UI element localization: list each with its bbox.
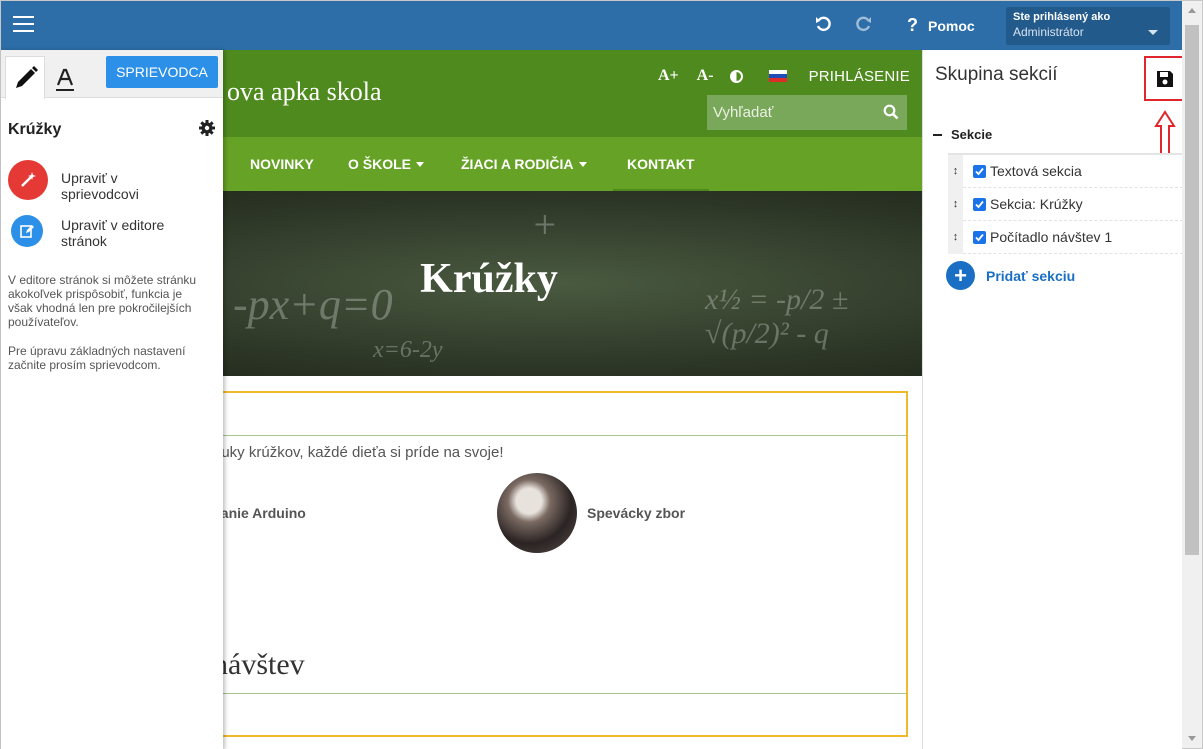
save-button[interactable] — [1144, 56, 1186, 101]
user-role: Administrátor — [1013, 25, 1084, 39]
scroll-thumb[interactable] — [1185, 25, 1199, 555]
section-heading: návštev — [213, 648, 305, 681]
login-link[interactable]: PRIHLÁSENIE — [809, 68, 910, 85]
panel-title: Skupina sekcií — [935, 64, 1058, 85]
section-label: Sekcia: Krúžky — [990, 196, 1083, 212]
gear-icon[interactable] — [198, 119, 216, 137]
drag-handle-icon[interactable]: ↕ — [948, 154, 963, 188]
section-checkbox[interactable] — [973, 164, 986, 178]
section-row[interactable]: ↕ Počítadlo návštev 1 — [948, 220, 1183, 254]
drag-handle-icon[interactable]: ↕ — [948, 187, 963, 221]
left-panel-tabs: SPRIEVODCA — [1, 50, 223, 99]
nav-item-ziaci-a-rodicia[interactable]: ŽIACI A RODIČIA — [461, 156, 587, 172]
nav-item-novinky[interactable]: NOVINKY — [250, 156, 314, 172]
section-checkbox[interactable] — [973, 230, 986, 244]
club-item-arduino[interactable]: vanie Arduino — [213, 505, 306, 521]
club-item-choir[interactable]: Spevácky zbor — [587, 505, 685, 521]
question-icon: ? — [907, 15, 918, 35]
section-row[interactable]: ↕ Sekcia: Krúžky — [948, 187, 1183, 221]
nav-label: NOVINKY — [250, 156, 314, 172]
site-search-input[interactable] — [707, 95, 877, 130]
undo-icon[interactable] — [814, 14, 834, 34]
panel-description: V editore stránok si môžete stránku akok… — [8, 273, 197, 329]
divider — [213, 435, 906, 436]
club-avatar-choir[interactable] — [497, 473, 577, 553]
plus-icon: + — [946, 261, 975, 290]
intro-text: nuky krúžkov, každé dieťa si príde na sv… — [213, 444, 504, 461]
nav-item-kontakt[interactable]: KONTAKT — [627, 156, 694, 172]
chevron-down-icon — [578, 161, 587, 167]
selected-section-outline[interactable]: nuky krúžkov, každé dieťa si príde na sv… — [211, 391, 908, 737]
edit-in-guide-action[interactable]: Upraviť v sprievodcovi — [8, 160, 191, 202]
chalk-decoration: x=6-2y — [373, 337, 443, 363]
magic-wand-icon — [8, 160, 48, 200]
site-search — [707, 95, 907, 130]
add-section-button[interactable]: + Pridať sekciu — [946, 261, 1075, 290]
nav-label: O ŠKOLE — [348, 156, 412, 172]
drag-handle-icon[interactable]: ↕ — [948, 220, 963, 254]
scroll-down-arrow-icon[interactable] — [1188, 736, 1196, 741]
collapse-icon — [933, 133, 942, 136]
add-section-label: Pridať sekciu — [986, 267, 1076, 284]
action-label: Upraviť v sprievodcovi — [61, 170, 139, 202]
contrast-icon[interactable] — [729, 69, 743, 83]
nav-item-o-skole[interactable]: O ŠKOLE — [348, 156, 425, 172]
section-label: Textová sekcia — [990, 163, 1082, 179]
panel-description-guide: Pre úpravu základných nastavení začnite … — [8, 344, 186, 372]
site-tools: A+ A- PRIHLÁSENIE — [658, 67, 910, 85]
user-label: Ste prihlásený ako — [1013, 11, 1111, 23]
nav-label: ŽIACI A RODIČIA — [461, 156, 574, 172]
action-label: Upraviť v editore stránok — [61, 217, 165, 249]
divider — [213, 693, 906, 694]
sections-group-toggle[interactable]: Sekcie — [933, 127, 992, 142]
vertical-scrollbar[interactable] — [1182, 1, 1202, 748]
redo-icon[interactable] — [853, 14, 873, 34]
section-checkbox[interactable] — [973, 197, 986, 211]
slovak-flag-icon[interactable] — [768, 70, 787, 82]
edit-in-page-editor-action[interactable]: Upraviť v editore stránok — [8, 213, 191, 249]
site-title: ova apka skola — [227, 77, 382, 106]
editor-topbar: ? Pomoc Ste prihlásený ako Administrátor — [1, 1, 1202, 50]
help-button[interactable]: ? Pomoc — [907, 15, 975, 36]
floppy-disk-icon — [1157, 70, 1173, 87]
section-group-panel: Skupina sekcií Sekcie ↕ Textová sekcia ↕… — [922, 50, 1186, 749]
font-increase-button[interactable]: A+ — [658, 67, 679, 85]
nav-label: KONTAKT — [627, 156, 695, 172]
pencil-icon — [16, 66, 38, 88]
guide-button[interactable]: SPRIEVODCA — [106, 56, 218, 88]
tab-edit[interactable] — [5, 56, 45, 99]
hamburger-menu-icon[interactable] — [13, 16, 34, 33]
scroll-up-arrow-icon[interactable] — [1188, 8, 1196, 13]
edit-icon — [11, 215, 43, 247]
chalk-decoration: + — [531, 202, 558, 247]
search-icon[interactable] — [883, 104, 899, 120]
panel-title: Krúžky — [8, 121, 62, 138]
help-label: Pomoc — [928, 17, 975, 34]
group-label: Sekcie — [951, 127, 993, 142]
section-label: Počítadlo návštev 1 — [990, 229, 1113, 245]
text-format-icon[interactable] — [51, 64, 79, 92]
user-dropdown[interactable]: Ste prihlásený ako Administrátor — [1006, 7, 1170, 45]
section-row[interactable]: ↕ Textová sekcia — [948, 154, 1183, 188]
chevron-down-icon — [416, 161, 425, 167]
font-decrease-button[interactable]: A- — [697, 67, 714, 85]
chevron-down-icon — [1148, 30, 1158, 35]
left-editor-panel: SPRIEVODCA Krúžky Upraviť v sprievodcovi… — [1, 50, 223, 749]
arrow-up-annotation-icon — [1154, 110, 1176, 155]
